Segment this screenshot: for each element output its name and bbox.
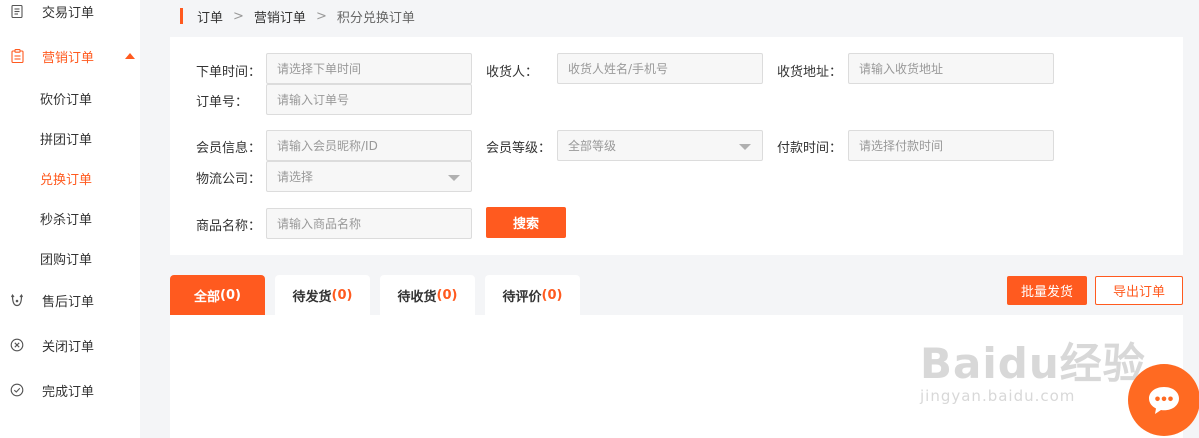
breadcrumb-separator: > bbox=[233, 8, 244, 24]
service-icon bbox=[10, 293, 24, 307]
sidebar: 交易订单 营销订单 砍价订单 拼团订单 兑换订单 秒杀订单 团购订单 售后订单 … bbox=[0, 0, 140, 438]
tab-all[interactable]: 全部 (0) bbox=[170, 275, 265, 315]
order-no-label: 订单号： bbox=[196, 95, 249, 110]
tab-pending-ship[interactable]: 待发货 (0) bbox=[275, 275, 370, 315]
breadcrumb-item-orders[interactable]: 订单 bbox=[197, 7, 223, 26]
sidebar-sub-team-orders[interactable]: 团购订单 bbox=[40, 249, 92, 268]
breadcrumb-accent-bar bbox=[180, 8, 183, 24]
export-orders-button[interactable]: 导出订单 bbox=[1095, 276, 1183, 305]
member-level-label: 会员等级： bbox=[486, 141, 552, 156]
filter-panel: 下单时间： 请选择下单时间 收货人： 收货人姓名/手机号 收货地址： 请输入收货… bbox=[170, 37, 1183, 255]
baidu-watermark: Baidu经验 jingyan.baidu.com bbox=[920, 330, 1146, 405]
member-level-select[interactable]: 全部等级 bbox=[557, 130, 763, 161]
close-circle-icon bbox=[10, 338, 24, 352]
chevron-down-icon bbox=[448, 175, 460, 181]
breadcrumb-item-current: 积分兑换订单 bbox=[336, 10, 415, 26]
sidebar-item-closed-orders[interactable]: 关闭订单 bbox=[0, 330, 140, 360]
product-input[interactable]: 请输入商品名称 bbox=[266, 208, 472, 239]
logistics-label: 物流公司： bbox=[196, 172, 262, 187]
check-circle-icon bbox=[10, 383, 24, 397]
sidebar-item-label: 完成订单 bbox=[42, 384, 95, 400]
chat-icon bbox=[1149, 387, 1179, 414]
batch-ship-button[interactable]: 批量发货 bbox=[1007, 276, 1087, 305]
sidebar-item-label: 关闭订单 bbox=[42, 339, 95, 355]
sidebar-item-marketing-orders[interactable]: 营销订单 bbox=[0, 41, 140, 71]
document-icon bbox=[10, 4, 24, 18]
sidebar-item-aftersale-orders[interactable]: 售后订单 bbox=[0, 285, 140, 315]
pay-time-label: 付款时间： bbox=[777, 141, 843, 156]
address-input[interactable]: 请输入收货地址 bbox=[848, 53, 1054, 84]
search-button[interactable]: 搜索 bbox=[486, 207, 566, 238]
order-time-label: 下单时间： bbox=[196, 65, 262, 80]
caret-up-icon bbox=[125, 53, 135, 59]
order-no-input[interactable]: 请输入订单号 bbox=[266, 84, 472, 115]
chevron-down-icon bbox=[739, 144, 751, 150]
sidebar-sub-group-orders[interactable]: 拼团订单 bbox=[40, 129, 92, 148]
sidebar-sub-bargain-orders[interactable]: 砍价订单 bbox=[40, 89, 92, 108]
receiver-input[interactable]: 收货人姓名/手机号 bbox=[557, 53, 763, 84]
member-info-label: 会员信息： bbox=[196, 141, 262, 156]
breadcrumb-item-marketing[interactable]: 营销订单 bbox=[254, 7, 306, 26]
breadcrumb-separator: > bbox=[315, 8, 327, 24]
sidebar-sub-exchange-orders[interactable]: 兑换订单 bbox=[40, 169, 92, 188]
tab-pending-review[interactable]: 待评价 (0) bbox=[485, 275, 580, 315]
tab-pending-receive[interactable]: 待收货 (0) bbox=[380, 275, 475, 315]
logistics-select[interactable]: 请选择 bbox=[266, 161, 472, 192]
address-label: 收货地址： bbox=[777, 65, 843, 80]
sidebar-item-label: 售后订单 bbox=[42, 294, 95, 310]
watermark-brand: Baidu经验 bbox=[920, 339, 1146, 388]
sidebar-sub-flash-orders[interactable]: 秒杀订单 bbox=[40, 209, 92, 228]
receiver-label: 收货人： bbox=[486, 65, 539, 80]
sidebar-item-label: 营销订单 bbox=[42, 50, 95, 66]
sidebar-item-completed-orders[interactable]: 完成订单 bbox=[0, 375, 140, 405]
breadcrumb: 订单 > 营销订单 > 积分兑换订单 bbox=[180, 6, 415, 26]
chat-button[interactable] bbox=[1128, 364, 1199, 436]
pay-time-input[interactable]: 请选择付款时间 bbox=[848, 130, 1054, 161]
product-label: 商品名称： bbox=[196, 219, 262, 234]
clipboard-icon bbox=[10, 49, 24, 63]
sidebar-item-trade-orders[interactable]: 交易订单 bbox=[0, 0, 140, 26]
order-time-input[interactable]: 请选择下单时间 bbox=[266, 53, 472, 84]
sidebar-item-label: 交易订单 bbox=[42, 5, 95, 21]
member-info-input[interactable]: 请输入会员昵称/ID bbox=[266, 130, 472, 161]
